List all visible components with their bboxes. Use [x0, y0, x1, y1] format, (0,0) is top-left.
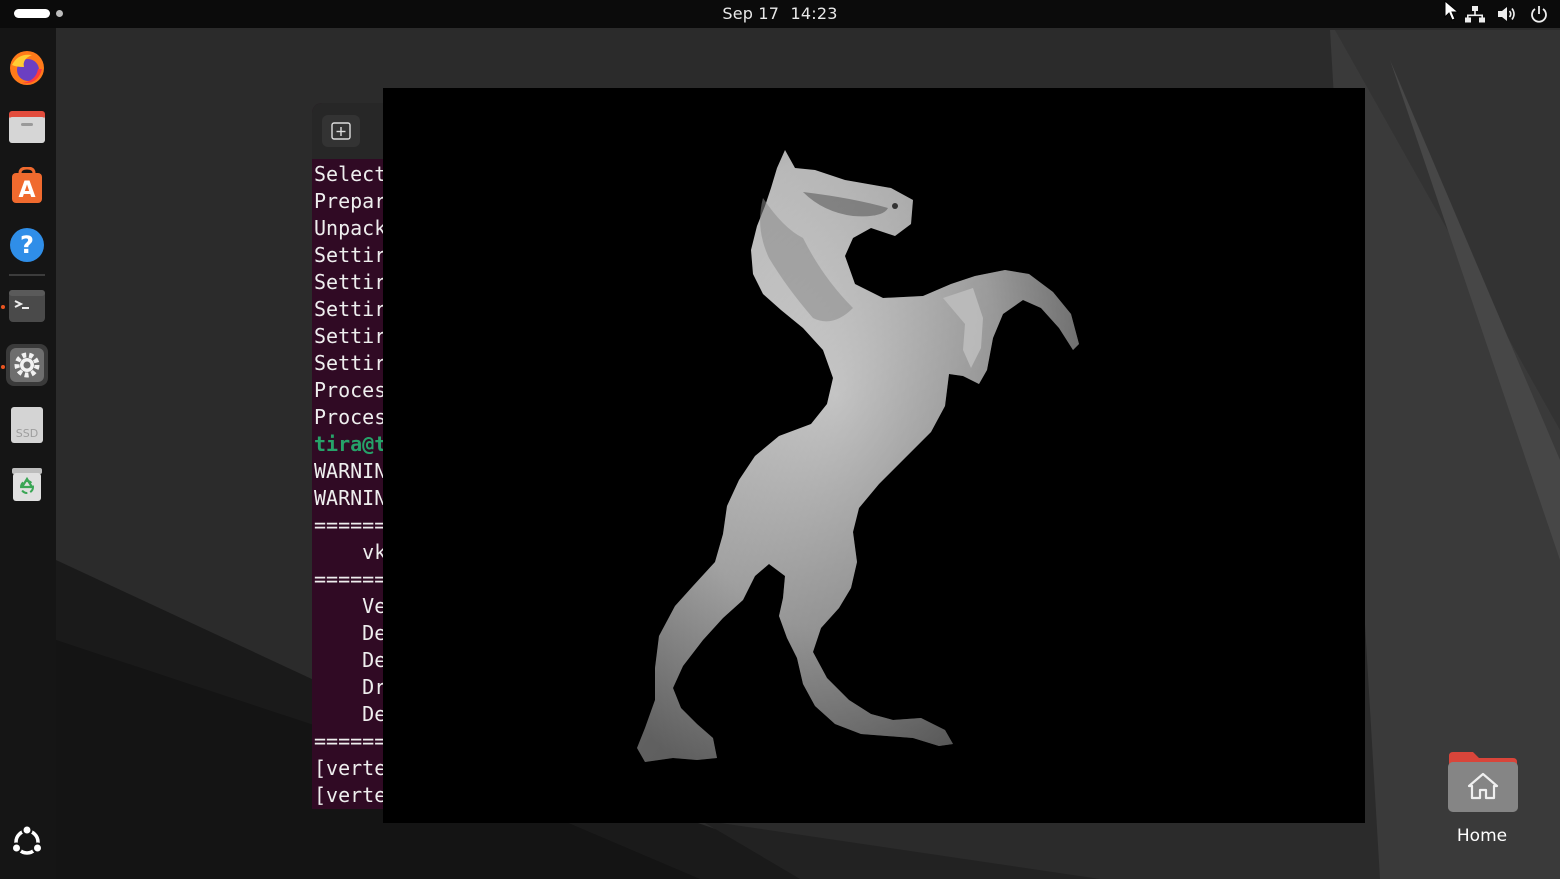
clock-date: Sep 17: [722, 4, 780, 23]
terminal-line: Settir: [314, 324, 387, 348]
terminal-line: ======: [314, 513, 387, 537]
terminal-line: De: [314, 702, 387, 726]
running-indicator: [1, 365, 5, 369]
render-window[interactable]: [383, 88, 1365, 823]
terminal-icon[interactable]: [6, 285, 48, 327]
terminal-output[interactable]: Select Prepar Unpack Settir Settir Settir Sett…: [314, 161, 386, 809]
clock-time: 14:23: [790, 4, 838, 23]
running-indicator: [1, 305, 5, 309]
terminal-line: Proces: [314, 405, 387, 429]
system-tray[interactable]: [1464, 0, 1550, 28]
terminal-line: vk: [314, 540, 387, 564]
network-icon[interactable]: [1464, 3, 1486, 25]
dock-separator: [9, 274, 45, 276]
terminal-line: Settir: [314, 270, 387, 294]
terminal-line: Dr: [314, 675, 387, 699]
files-icon[interactable]: [6, 106, 48, 148]
help-icon[interactable]: ?: [6, 224, 48, 266]
ssd-drive-icon[interactable]: SSD: [6, 404, 48, 446]
rearing-horse-model: [637, 150, 1079, 762]
svg-text:?: ?: [20, 231, 34, 259]
terminal-line: WARNIN: [314, 486, 387, 510]
terminal-line: [verte: [314, 756, 387, 780]
terminal-line: [verte: [314, 783, 387, 807]
terminal-line: WARNIN: [314, 459, 387, 483]
settings-icon[interactable]: [6, 344, 48, 386]
new-tab-button[interactable]: [322, 115, 360, 147]
clock[interactable]: Sep 17 14:23: [0, 4, 1560, 23]
terminal-line: ======: [314, 567, 387, 591]
terminal-line: Select: [314, 162, 387, 186]
home-folder-label[interactable]: Home: [1432, 826, 1532, 846]
trash-icon[interactable]: [6, 463, 48, 505]
terminal-line: Settir: [314, 351, 387, 375]
terminal-line: tira@t: [314, 432, 387, 456]
terminal-line: Proces: [314, 378, 387, 402]
ubuntu-show-apps-icon[interactable]: [6, 821, 48, 863]
power-icon[interactable]: [1528, 3, 1550, 25]
terminal-line: Unpack: [314, 216, 387, 240]
new-tab-icon: [331, 122, 351, 140]
terminal-line: Settir: [314, 297, 387, 321]
terminal-line: De: [314, 648, 387, 672]
volume-icon[interactable]: [1496, 3, 1518, 25]
home-folder-icon[interactable]: [1445, 750, 1521, 814]
terminal-line: Prepar: [314, 189, 387, 213]
top-bar: Sep 17 14:23: [0, 0, 1560, 28]
dock: A ? SSD: [0, 28, 56, 879]
app-center-icon[interactable]: A: [6, 165, 48, 207]
mouse-cursor-icon: [1444, 0, 1460, 21]
terminal-line: De: [314, 621, 387, 645]
svg-text:SSD: SSD: [16, 427, 38, 440]
firefox-icon[interactable]: [6, 47, 48, 89]
terminal-line: ======: [314, 729, 387, 753]
terminal-line: Ve: [314, 594, 387, 618]
terminal-line: Settir: [314, 243, 387, 267]
svg-text:A: A: [18, 178, 35, 203]
